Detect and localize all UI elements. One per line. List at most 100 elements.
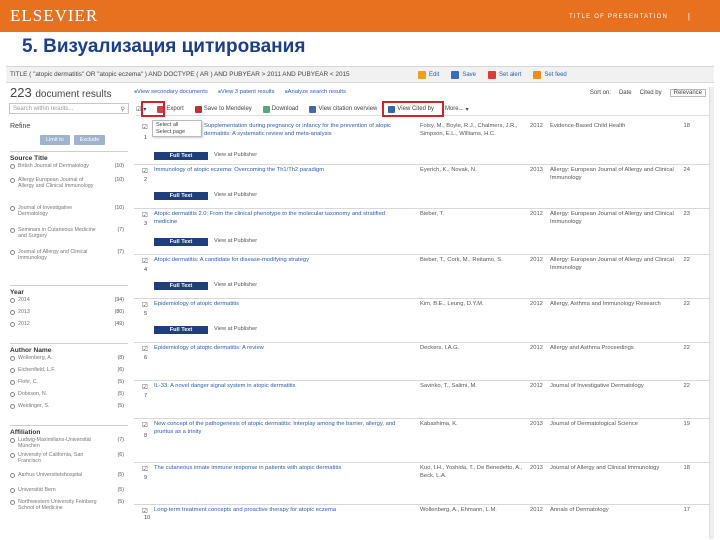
facet-checkbox[interactable] <box>10 310 15 315</box>
facet-checkbox[interactable] <box>10 500 15 505</box>
result-checkbox[interactable]: ☑ <box>142 211 148 219</box>
facet-checkbox[interactable] <box>10 438 15 443</box>
view-at-publisher-link[interactable]: View at Publisher <box>214 238 257 244</box>
result-title-link[interactable]: Long-term treatment concepts and proacti… <box>154 507 400 515</box>
results-count: 223 document results <box>10 85 112 100</box>
secondary-documents-link[interactable]: View secondary documents <box>134 89 208 95</box>
facet-checkbox[interactable] <box>10 453 15 458</box>
facet-checkbox[interactable] <box>10 164 15 169</box>
full-text-button[interactable]: Full Text <box>154 238 208 246</box>
result-checkbox[interactable]: ☑ <box>142 257 148 265</box>
result-title-link[interactable]: New concept of the pathogenesis of atopi… <box>154 421 400 436</box>
pencil-icon <box>418 71 426 79</box>
facet-checkbox[interactable] <box>10 250 15 255</box>
result-source[interactable]: Allergy and Asthma Proceedings <box>550 345 678 353</box>
result-cites[interactable]: 19 <box>684 421 690 427</box>
facet-checkbox[interactable] <box>10 368 15 373</box>
full-text-button[interactable]: Full Text <box>154 152 208 160</box>
result-title-link[interactable]: Atopic dermatitis: A candidate for disea… <box>154 257 400 265</box>
facet-year[interactable]: Year <box>10 285 128 296</box>
result-cites[interactable]: 22 <box>684 345 690 351</box>
result-checkbox[interactable]: ☑ <box>142 345 148 353</box>
exclude-button[interactable]: Exclude <box>73 135 106 145</box>
facet-source-title[interactable]: Source Title <box>10 151 128 162</box>
sort-option-date[interactable]: Date <box>619 90 632 96</box>
scrollbar[interactable] <box>709 87 714 539</box>
full-text-button[interactable]: Full Text <box>154 282 208 290</box>
result-title-link[interactable]: Atopic dermatitis 2.0: From the clinical… <box>154 211 400 226</box>
result-checkbox[interactable]: ☑ <box>142 123 148 131</box>
result-checkbox[interactable]: ☑ <box>142 301 148 309</box>
result-source[interactable]: Annals of Dermatology <box>550 507 678 515</box>
result-row: ☑ 7 IL-33: A novel danger signal system i… <box>134 381 712 419</box>
result-title-link[interactable]: IL-33: A novel danger signal system in a… <box>154 383 400 391</box>
result-cites[interactable]: 24 <box>684 167 690 173</box>
result-source[interactable]: Evidence-Based Child Health <box>550 123 678 131</box>
full-text-button[interactable]: Full Text <box>154 326 208 334</box>
facet-checkbox[interactable] <box>10 380 15 385</box>
result-title-link[interactable]: Immunology of atopic eczema: Overcoming … <box>154 167 400 175</box>
facet-checkbox[interactable] <box>10 178 15 183</box>
result-checkbox[interactable]: ☑ <box>142 421 148 429</box>
save-icon <box>451 71 460 79</box>
result-source[interactable]: Allergy, Asthma and Immunology Research <box>550 301 678 309</box>
sort-dropdown[interactable]: Relevance <box>669 89 706 97</box>
result-source[interactable]: Journal of Dermatological Science <box>550 421 678 429</box>
facet-checkbox[interactable] <box>10 322 15 327</box>
result-cites[interactable]: 18 <box>684 465 690 471</box>
facet-checkbox[interactable] <box>10 488 15 493</box>
result-checkbox[interactable]: ☑ <box>142 465 148 473</box>
result-source[interactable]: Allergy: European Journal of Allergy and… <box>550 167 678 182</box>
result-source[interactable]: Allergy: European Journal of Allergy and… <box>550 257 678 272</box>
result-cites[interactable]: 17 <box>684 507 690 513</box>
full-text-button[interactable]: Full Text <box>154 192 208 200</box>
result-year: 2013 <box>530 421 543 427</box>
facet-checkbox[interactable] <box>10 404 15 409</box>
set-feed-button[interactable]: Set feed <box>533 71 567 79</box>
result-cites[interactable]: 22 <box>684 257 690 263</box>
facet-affiliation[interactable]: Affiliation <box>10 425 128 436</box>
result-title-link[interactable]: Epidemiology of atopic dermatitis: A rev… <box>154 345 400 353</box>
facet-checkbox[interactable] <box>10 473 15 478</box>
result-cites[interactable]: 18 <box>684 123 690 129</box>
more-menu[interactable]: More... ▾ <box>445 106 469 113</box>
facet-checkbox[interactable] <box>10 392 15 397</box>
query-string: TITLE ( "atopic dermatitis" OR "atopic e… <box>10 71 350 78</box>
save-to-mendeley-button[interactable]: Save to Mendeley <box>194 105 252 113</box>
result-cites[interactable]: 23 <box>684 211 690 217</box>
result-checkbox[interactable]: ☑ <box>142 167 148 175</box>
analyze-results-link[interactable]: Analyze search results <box>285 89 346 95</box>
highlight-select-all <box>141 101 165 117</box>
limit-to-button[interactable]: Limit to <box>40 135 70 145</box>
result-title-link[interactable]: Epidemiology of atopic dermatitis <box>154 301 400 309</box>
result-authors: Foisy, M., Boyle, R.J., Chalmers, J.R., … <box>420 123 518 137</box>
result-cites[interactable]: 22 <box>684 301 690 307</box>
chart-icon <box>309 105 317 113</box>
result-checkbox[interactable]: ☑ <box>142 383 148 391</box>
facet-checkbox[interactable] <box>10 206 15 211</box>
result-checkbox[interactable]: ☑ <box>142 507 148 515</box>
result-source[interactable]: Journal of Investigative Dermatology <box>550 383 678 391</box>
result-source[interactable]: Journal of Allergy and Clinical Immunolo… <box>550 465 678 473</box>
sort-option-cited-by[interactable]: Cited by <box>640 90 662 96</box>
search-icon[interactable]: ⚲ <box>121 106 125 113</box>
citation-overview-button[interactable]: View citation overview <box>309 105 377 113</box>
patent-results-link[interactable]: View 3 patent results <box>218 89 275 95</box>
facet-checkbox[interactable] <box>10 298 15 303</box>
facet-author-name[interactable]: Author Name <box>10 343 128 354</box>
view-at-publisher-link[interactable]: View at Publisher <box>214 326 257 332</box>
result-title-link[interactable]: Supplementation during pregnancy or infa… <box>204 123 404 138</box>
result-source[interactable]: Allergy: European Journal of Allergy and… <box>550 211 678 226</box>
view-at-publisher-link[interactable]: View at Publisher <box>214 152 257 158</box>
result-cites[interactable]: 22 <box>684 383 690 389</box>
save-query-button[interactable]: Save <box>451 71 476 79</box>
view-at-publisher-link[interactable]: View at Publisher <box>214 192 257 198</box>
facet-checkbox[interactable] <box>10 228 15 233</box>
result-title-link[interactable]: The cutaneous innate immune response in … <box>154 465 400 473</box>
search-within-input[interactable]: Search within results... ⚲ <box>9 103 129 114</box>
edit-query-button[interactable]: Edit <box>418 71 439 79</box>
view-at-publisher-link[interactable]: View at Publisher <box>214 282 257 288</box>
set-alert-button[interactable]: Set alert <box>488 71 521 79</box>
facet-checkbox[interactable] <box>10 356 15 361</box>
download-button[interactable]: Download <box>262 105 298 113</box>
